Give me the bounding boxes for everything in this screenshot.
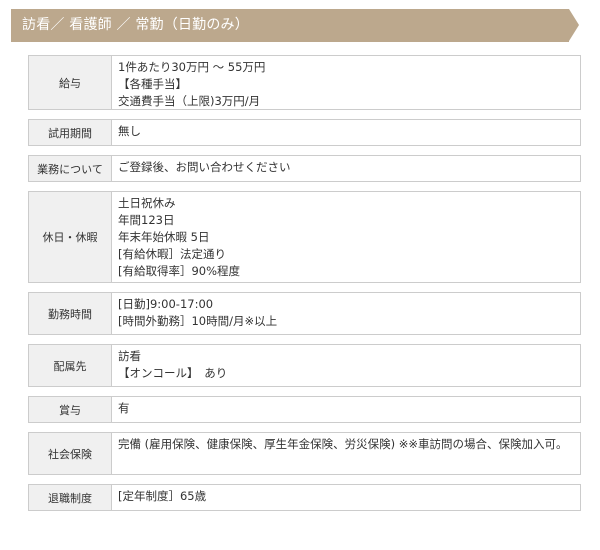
row-label: 配属先	[29, 345, 112, 386]
value-line: [有給取得率］90%程度	[118, 264, 241, 278]
row-label: 業務について	[29, 156, 112, 181]
value-line: [日勤]9:00-17:00	[118, 297, 214, 311]
row-salary: 給与 1件あたり30万円 〜 55万円 【各種手当】 交通費手当（上限)3万円/…	[28, 55, 581, 110]
row-probation: 試用期間 無し	[28, 119, 581, 146]
row-label: 退職制度	[29, 485, 112, 510]
row-duties: 業務について ご登録後、お問い合わせください	[28, 155, 581, 182]
value-line: ご登録後、お問い合わせください	[118, 160, 291, 174]
value-line: 年末年始休暇 5日	[118, 230, 210, 244]
row-assignment: 配属先 訪看 【オンコール】 あり	[28, 344, 581, 387]
value-line: 【オンコール】 あり	[118, 366, 228, 380]
row-value: [日勤]9:00-17:00 [時間外勤務］10時間/月※以上	[112, 293, 580, 334]
row-holidays: 休日・休暇 土日祝休み 年間123日 年末年始休暇 5日 [有給休暇］法定通り …	[28, 191, 581, 283]
value-line: 土日祝休み	[118, 196, 176, 210]
row-label: 勤務時間	[29, 293, 112, 334]
row-value: 1件あたり30万円 〜 55万円 【各種手当】 交通費手当（上限)3万円/月	[112, 56, 580, 109]
value-line: 【各種手当】	[118, 77, 187, 91]
value-line: [時間外勤務］10時間/月※以上	[118, 314, 278, 328]
value-line: [定年制度］65歳	[118, 489, 207, 503]
value-line: 訪看	[118, 349, 141, 363]
value-line: 交通費手当（上限)3万円/月	[118, 94, 261, 108]
row-value: [定年制度］65歳	[112, 485, 580, 510]
row-value: 完備 (雇用保険、健康保険、厚生年金保険、労災保険) ※※車訪問の場合、保険加入…	[112, 433, 580, 474]
row-bonus: 賞与 有	[28, 396, 581, 423]
row-value: 有	[112, 397, 580, 422]
value-line: 完備 (雇用保険、健康保険、厚生年金保険、労災保険) ※※車訪問の場合、保険加入…	[118, 437, 568, 451]
value-line: 年間123日	[118, 213, 175, 227]
job-title-header: 訪看／ 看護師 ／ 常勤（日勤のみ）	[11, 9, 579, 42]
job-title: 訪看／ 看護師 ／ 常勤（日勤のみ）	[22, 17, 249, 33]
row-social-insurance: 社会保険 完備 (雇用保険、健康保険、厚生年金保険、労災保険) ※※車訪問の場合…	[28, 432, 581, 475]
value-line: 無し	[118, 124, 141, 138]
row-label: 社会保険	[29, 433, 112, 474]
row-value: 土日祝休み 年間123日 年末年始休暇 5日 [有給休暇］法定通り [有給取得率…	[112, 192, 580, 282]
row-label: 休日・休暇	[29, 192, 112, 282]
row-value: 訪看 【オンコール】 あり	[112, 345, 580, 386]
row-value: 無し	[112, 120, 580, 145]
row-label: 試用期間	[29, 120, 112, 145]
row-retirement: 退職制度 [定年制度］65歳	[28, 484, 581, 511]
row-label: 給与	[29, 56, 112, 109]
value-line: 1件あたり30万円 〜 55万円	[118, 60, 266, 74]
value-line: 有	[118, 401, 130, 415]
row-value: ご登録後、お問い合わせください	[112, 156, 580, 181]
header-arrow-tip	[569, 9, 579, 41]
row-work-hours: 勤務時間 [日勤]9:00-17:00 [時間外勤務］10時間/月※以上	[28, 292, 581, 335]
value-line: [有給休暇］法定通り	[118, 247, 226, 261]
job-details-table: 給与 1件あたり30万円 〜 55万円 【各種手当】 交通費手当（上限)3万円/…	[28, 55, 581, 520]
row-label: 賞与	[29, 397, 112, 422]
